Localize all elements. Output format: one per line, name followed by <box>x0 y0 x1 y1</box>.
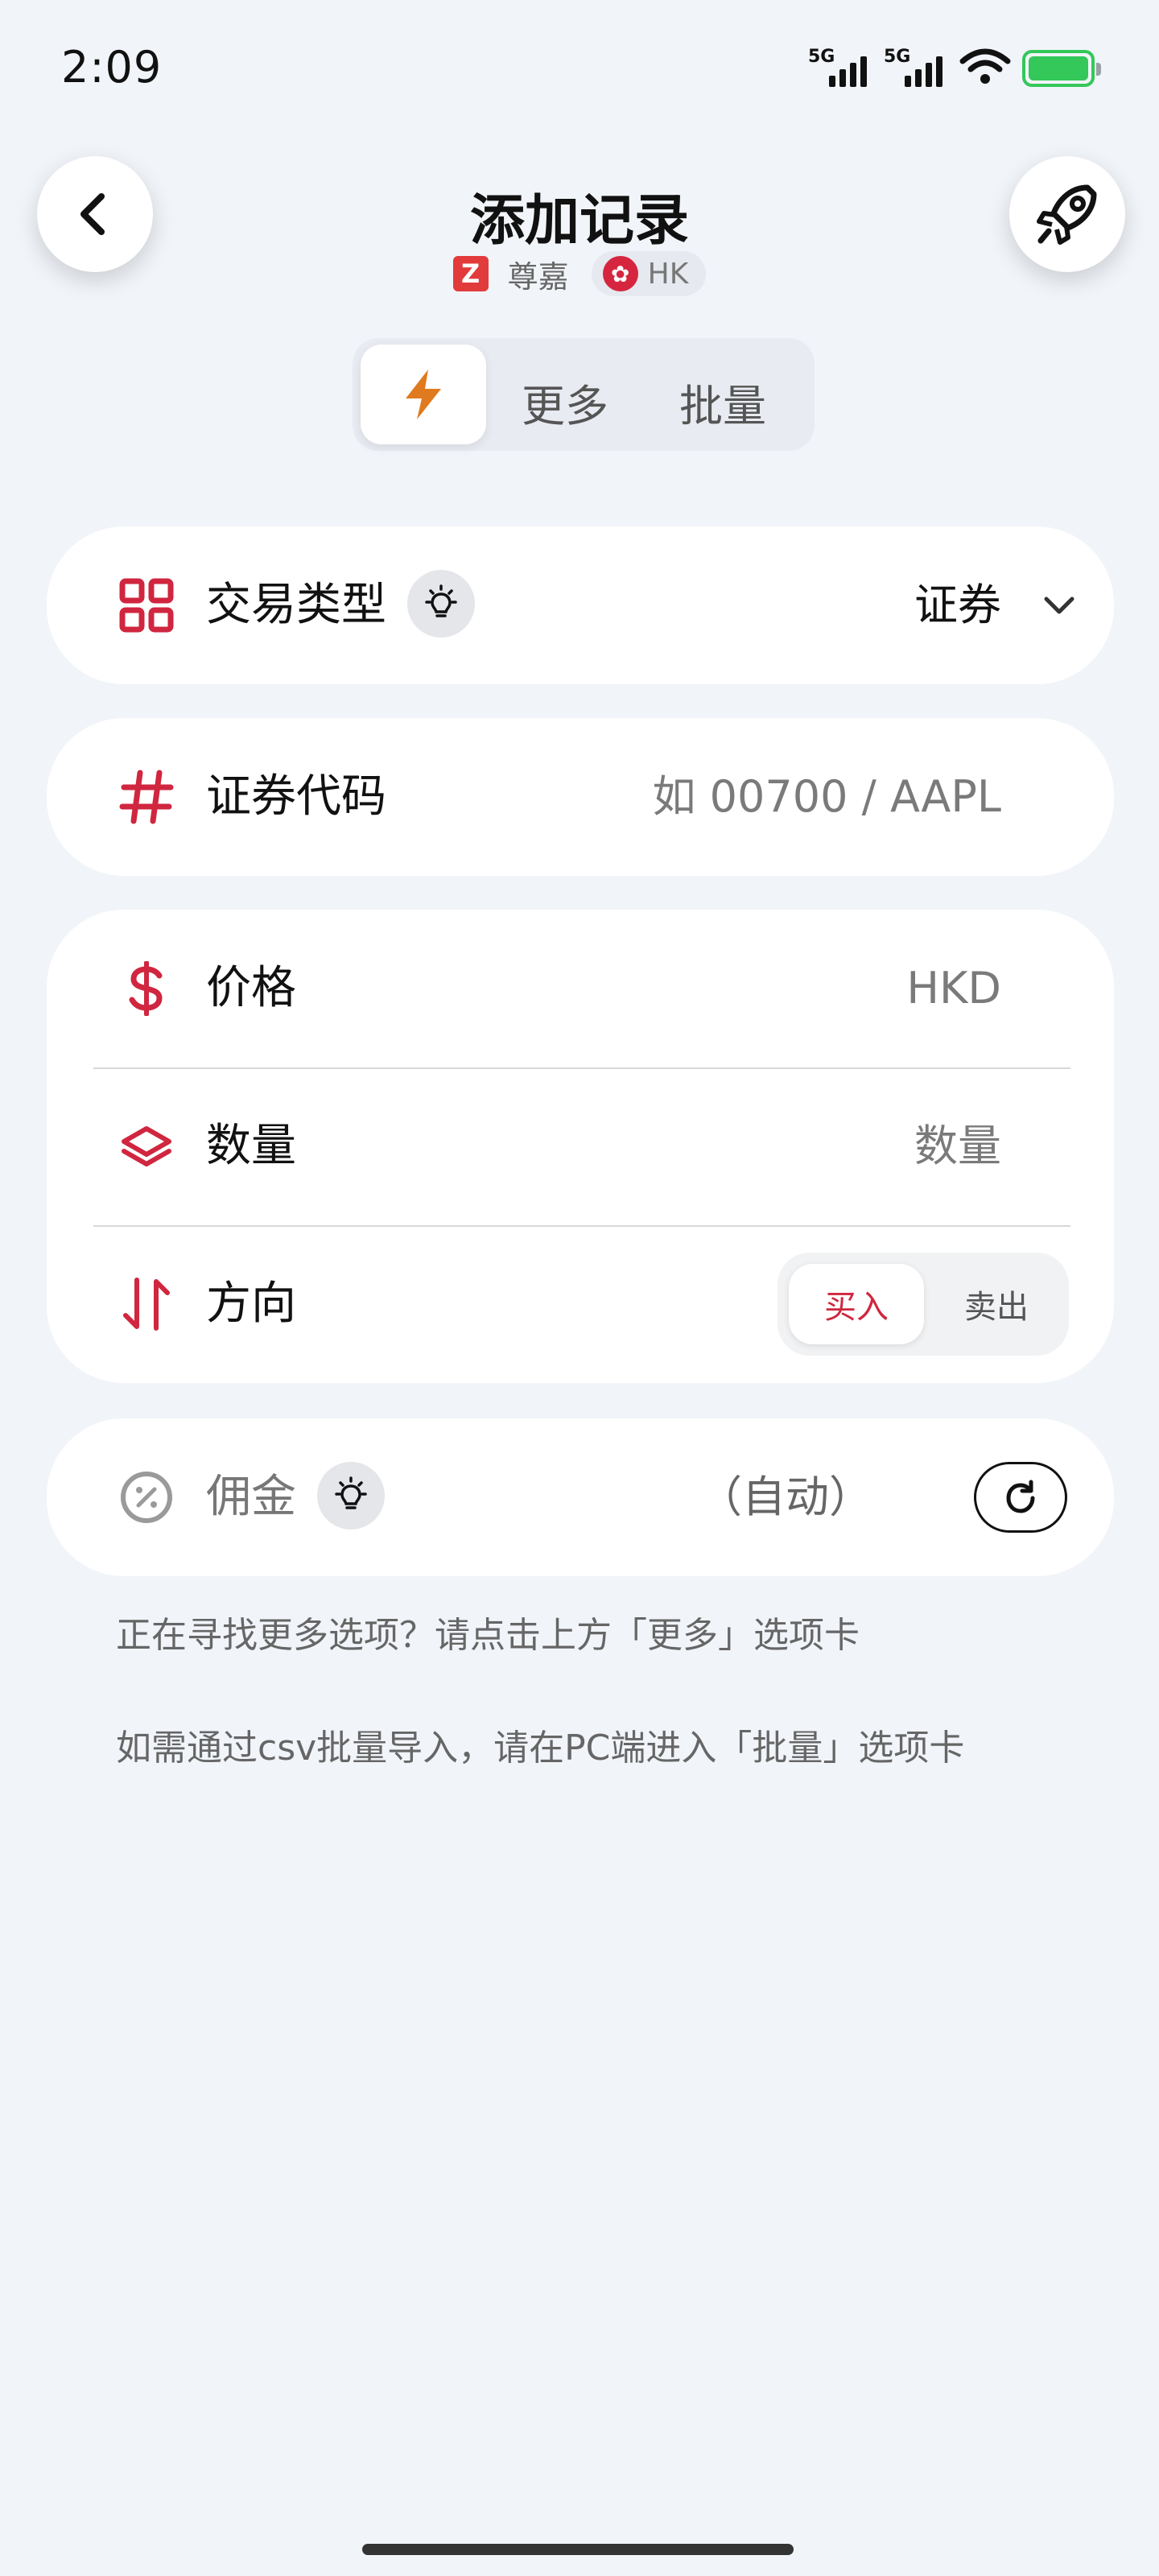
grid-icon <box>119 578 174 633</box>
status-icons: 5G 5G <box>808 47 1101 87</box>
commission-label: 佣金 <box>206 1471 296 1523</box>
trade-type-card: 交易类型 证券 <box>47 526 1114 684</box>
direction-toggle: 买入 卖出 <box>777 1253 1069 1356</box>
security-code-card: 证券代码 如 00700 / AAPL <box>47 718 1114 876</box>
quantity-row[interactable]: 数量 数量 <box>47 1067 1114 1225</box>
security-code-input[interactable]: 如 00700 / AAPL <box>652 770 1001 824</box>
tab-batch[interactable]: 批量 <box>679 370 766 434</box>
battery-icon <box>1022 50 1101 87</box>
status-time: 2:09 <box>61 42 163 93</box>
broker-logo: Z <box>452 256 489 291</box>
refresh-commission-button[interactable] <box>974 1462 1067 1533</box>
direction-row: 方向 买入 卖出 <box>47 1225 1114 1383</box>
dollar-icon <box>129 961 163 1016</box>
percent-icon <box>121 1472 172 1523</box>
broker-info: Z 尊嘉 <box>452 252 569 296</box>
price-row[interactable]: 价格 HKD <box>47 910 1114 1067</box>
trade-type-label: 交易类型 <box>206 579 386 631</box>
wifi-icon <box>959 48 1011 84</box>
sell-option[interactable]: 卖出 <box>935 1264 1058 1344</box>
broker-name: 尊嘉 <box>507 258 569 295</box>
arrows-updown-icon <box>123 1278 170 1331</box>
lightbulb-glyph <box>425 584 457 617</box>
buy-option[interactable]: 买入 <box>789 1264 924 1344</box>
lightbulb-icon[interactable] <box>407 570 475 638</box>
home-indicator[interactable] <box>362 2544 794 2555</box>
more-options-hint: 正在寻找更多选项？请点击上方「更多」选项卡 <box>116 1615 860 1656</box>
trade-type-row[interactable]: 交易类型 证券 <box>47 526 1114 684</box>
trade-type-value: 证券 <box>914 580 1001 630</box>
hk-flag-icon: ✿ <box>602 256 638 291</box>
commission-row[interactable]: 佣金 （自动） <box>47 1418 1114 1576</box>
security-code-label: 证券代码 <box>206 770 386 823</box>
order-details-card: 价格 HKD 数量 数量 方向 买入 卖出 <box>47 910 1114 1383</box>
lightning-icon <box>406 369 441 419</box>
mode-tabs: 更多 批量 <box>353 338 815 451</box>
cellular-signal-icon: 5G <box>884 47 948 87</box>
security-code-row[interactable]: 证券代码 如 00700 / AAPL <box>47 718 1114 876</box>
lightbulb-icon[interactable] <box>317 1462 385 1530</box>
price-input[interactable]: HKD <box>906 961 1001 1016</box>
refresh-icon <box>1006 1480 1035 1513</box>
market-badge: ✿ HK <box>591 251 707 296</box>
cellular-signal-icon: 5G <box>808 47 872 87</box>
commission-value: （自动） <box>699 1472 872 1522</box>
page-title: 添加记录 <box>469 189 689 253</box>
price-label: 价格 <box>206 962 296 1014</box>
status-bar: 2:09 5G 5G <box>0 0 1159 121</box>
tab-more[interactable]: 更多 <box>522 370 608 434</box>
chevron-down-icon <box>1044 597 1074 614</box>
rocket-icon <box>1037 184 1097 245</box>
quantity-input[interactable]: 数量 <box>914 1119 1001 1174</box>
commission-card: 佣金 （自动） <box>47 1418 1114 1576</box>
lightbulb-glyph <box>335 1476 367 1509</box>
market-label: HK <box>647 257 689 291</box>
tab-quick[interactable] <box>361 345 486 444</box>
hash-icon <box>119 770 174 824</box>
layers-icon <box>122 1126 171 1166</box>
csv-import-hint: 如需通过csv批量导入，请在PC端进入「批量」选项卡 <box>116 1728 965 1769</box>
rocket-button[interactable] <box>1009 156 1125 272</box>
direction-label: 方向 <box>206 1278 296 1330</box>
quantity-label: 数量 <box>206 1120 296 1172</box>
header-subtitle: Z 尊嘉 ✿ HK <box>0 251 1159 296</box>
